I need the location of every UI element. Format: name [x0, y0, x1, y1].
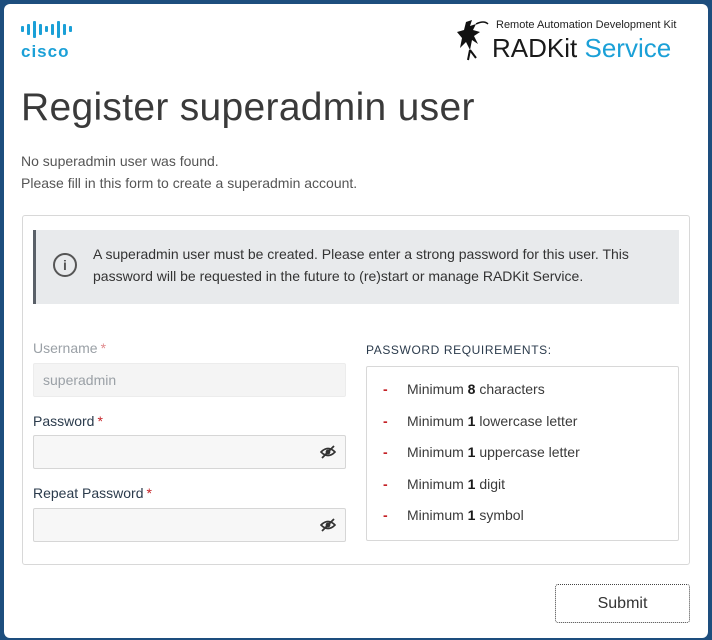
password-input[interactable] — [43, 437, 313, 467]
requirement-item: - Minimum 1 digit — [383, 476, 505, 492]
cisco-bars-icon — [21, 20, 81, 38]
requirement-item: - Minimum 1 symbol — [383, 507, 524, 523]
requirement-prefix: Minimum — [407, 476, 468, 492]
requirement-suffix: digit — [475, 476, 506, 492]
requirement-prefix: Minimum — [407, 413, 468, 429]
required-marker: * — [100, 340, 107, 356]
password-requirements-title: PASSWORD REQUIREMENTS: — [366, 343, 552, 357]
intro-text: No superadmin user was found. Please fil… — [21, 150, 357, 194]
password-requirements-list: - Minimum 8 characters - Minimum 1 lowerca… — [366, 366, 679, 541]
username-field: superadmin — [33, 363, 346, 397]
repeat-password-field[interactable] — [33, 508, 346, 542]
page-title: Register superadmin user — [21, 86, 475, 129]
required-marker: * — [146, 485, 152, 501]
registration-window: cisco Remote Automation Development Kit … — [4, 4, 708, 638]
dash-icon: - — [383, 507, 388, 523]
requirement-item: - Minimum 1 uppercase letter — [383, 444, 580, 460]
requirement-prefix: Minimum — [407, 444, 468, 460]
repeat-password-label-text: Repeat Password — [33, 485, 144, 501]
repeat-password-label: Repeat Password * — [33, 485, 152, 501]
alert-text: A superadmin user must be created. Pleas… — [93, 246, 629, 284]
dash-icon: - — [383, 381, 388, 397]
dash-icon: - — [383, 476, 388, 492]
password-label: Password * — [33, 413, 103, 429]
dash-icon: - — [383, 444, 388, 460]
username-label-text: Username — [33, 340, 98, 356]
radkit-name: RADKit — [492, 33, 578, 63]
requirement-suffix: characters — [475, 381, 545, 397]
requirement-item: - Minimum 1 lowercase letter — [383, 413, 577, 429]
requirement-suffix: symbol — [475, 507, 524, 523]
info-alert: i A superadmin user must be created. Ple… — [33, 230, 679, 304]
radkit-tagline: Remote Automation Development Kit — [496, 19, 677, 31]
password-field[interactable] — [33, 435, 346, 469]
username-label: Username * — [33, 340, 106, 356]
intro-line-1: No superadmin user was found. — [21, 153, 219, 169]
radkit-service: Service — [584, 33, 672, 63]
radkit-logo: Remote Automation Development Kit RADKit… — [456, 16, 688, 66]
required-marker: * — [97, 413, 103, 429]
info-icon: i — [53, 253, 77, 277]
radkit-figure-icon — [457, 20, 489, 61]
dash-icon: - — [383, 413, 388, 429]
eye-slash-icon[interactable] — [320, 445, 336, 459]
eye-slash-icon[interactable] — [320, 518, 336, 532]
cisco-logo-text: cisco — [21, 42, 70, 61]
intro-line-2: Please fill in this form to create a sup… — [21, 175, 358, 191]
requirement-prefix: Minimum — [407, 381, 468, 397]
requirement-prefix: Minimum — [407, 507, 468, 523]
password-label-text: Password — [33, 413, 95, 429]
username-value: superadmin — [43, 372, 117, 388]
requirement-suffix: uppercase letter — [475, 444, 580, 460]
registration-form-card: i A superadmin user must be created. Ple… — [22, 215, 690, 565]
requirement-item: - Minimum 8 characters — [383, 381, 545, 397]
radkit-product-name: RADKit Service — [492, 33, 671, 64]
submit-button[interactable]: Submit — [555, 584, 690, 623]
requirement-suffix: lowercase letter — [475, 413, 578, 429]
repeat-password-input[interactable] — [43, 510, 313, 540]
cisco-logo: cisco — [21, 20, 81, 62]
